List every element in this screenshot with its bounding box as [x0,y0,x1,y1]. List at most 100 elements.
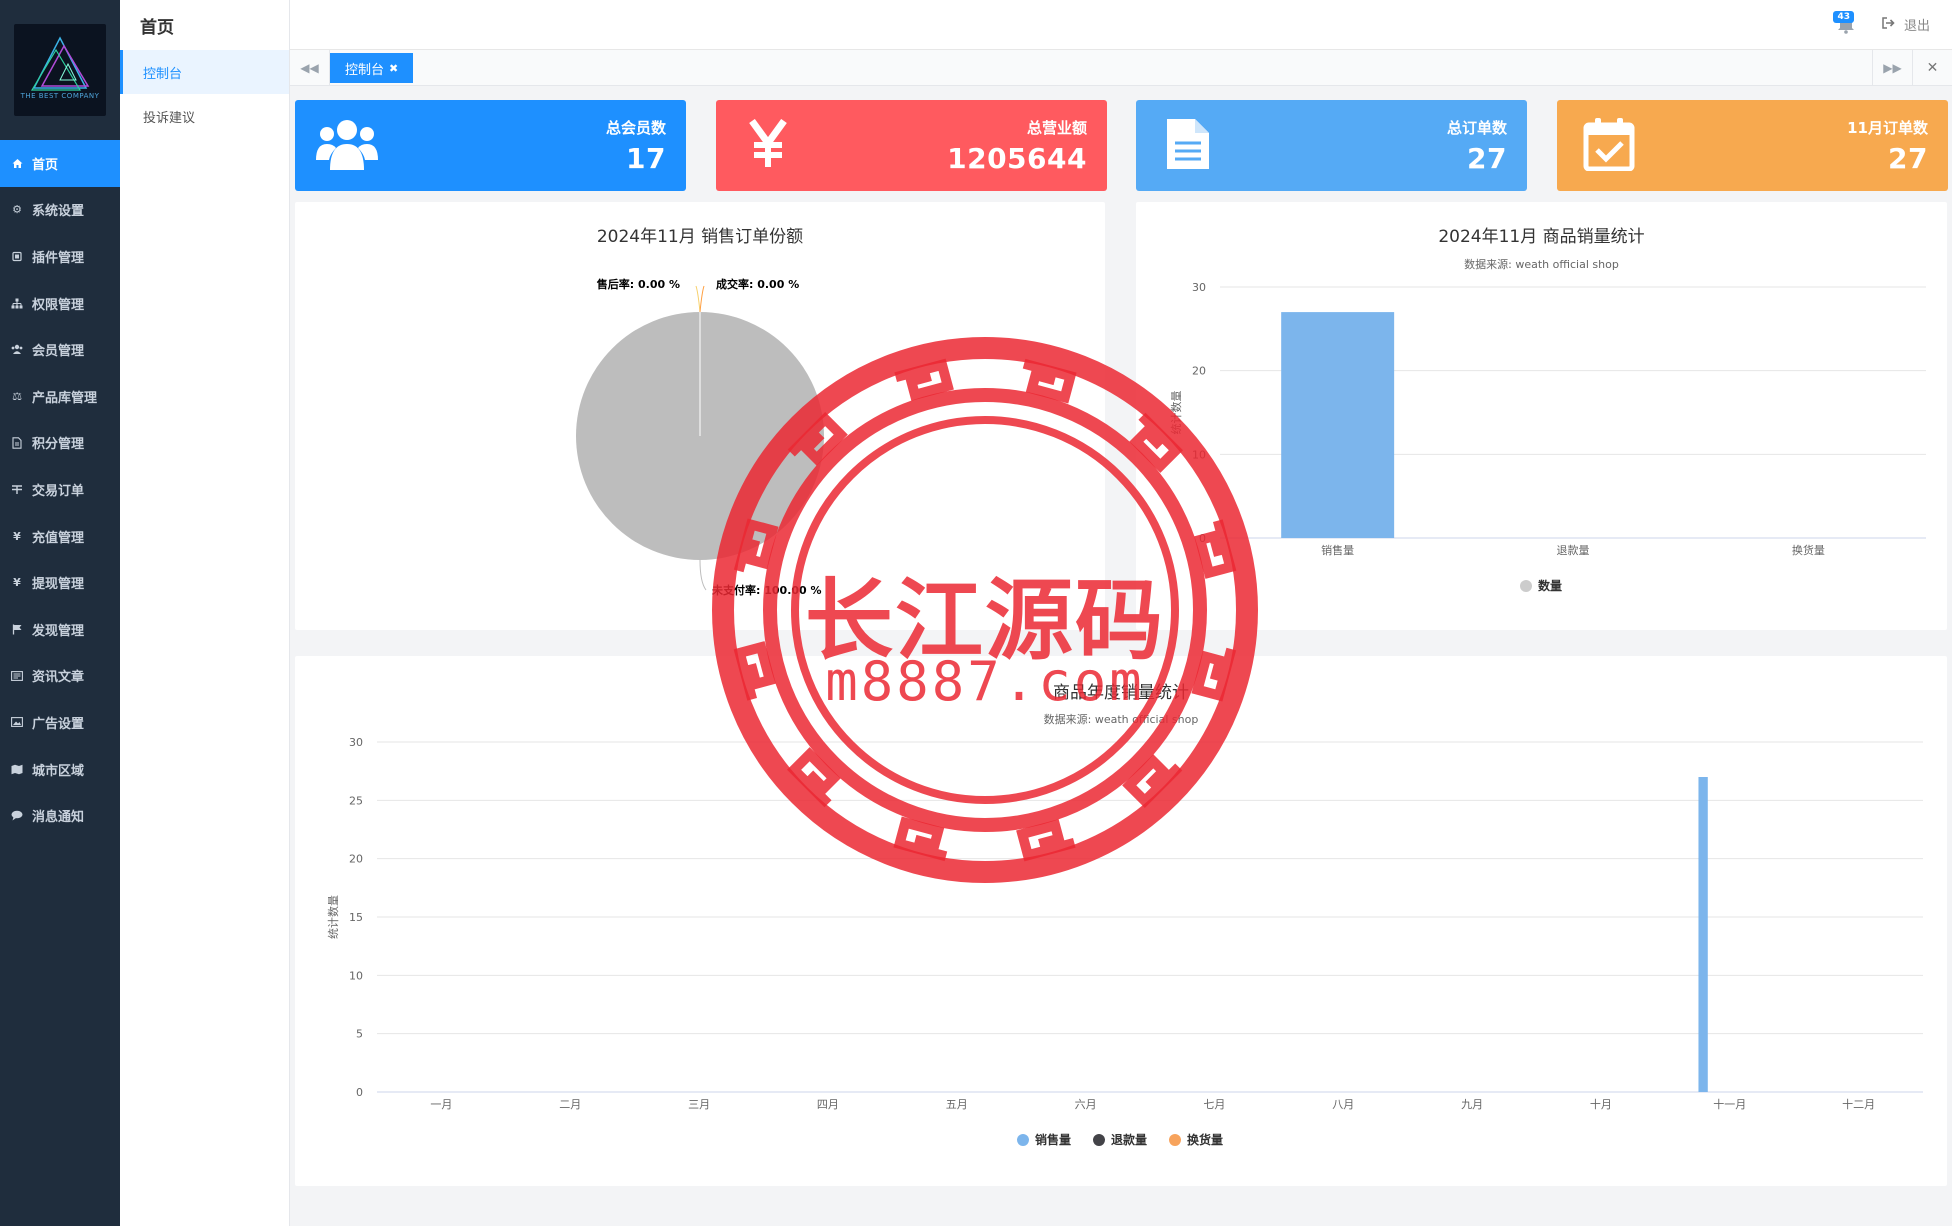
y-axis-label: 统计数量 [1170,391,1183,435]
sidebar-item-label: 产品库管理 [32,390,98,406]
stat-value: 17 [626,142,666,175]
legend-marker [1169,1134,1181,1146]
logout-label: 退出 [1903,19,1930,34]
sidebar-item-home[interactable]: 首页 [0,140,120,187]
stat-value: 27 [1467,142,1507,175]
sidebar-item-discover[interactable]: 发现管理 [0,606,120,653]
stat-label: 总营业额 [1026,119,1087,137]
legend-marker [1093,1134,1105,1146]
tab-scroll-left-button[interactable]: ◀◀ [290,50,330,85]
gear-icon: ⚙ [12,203,22,217]
news-icon [10,669,24,683]
pie-data-label: 成交率: 0.00 % [716,277,799,291]
sidebar-item-permissions[interactable]: 权限管理 [0,280,120,327]
stat-card-total-orders: 总订单数 27 [1136,100,1527,191]
image-icon [10,715,24,729]
y-tick-label: 0 [356,1086,363,1099]
stat-label: 总会员数 [605,119,666,137]
sidebar-item-system-settings[interactable]: ⚙ 系统设置 [0,187,120,234]
sidebar-item-ads[interactable]: 广告设置 [0,699,120,746]
sidebar-item-label: 会员管理 [32,344,85,360]
sidebar-item-city-regions[interactable]: 城市区域 [0,746,120,793]
pie-label-connector [695,285,701,313]
x-tick-label: 三月 [688,1098,710,1111]
sidebar-item-members[interactable]: 会员管理 [0,326,120,373]
sidebar-item-orders[interactable]: 交易订单 [0,466,120,513]
logout-button[interactable]: 退出 [1882,15,1930,34]
yen-icon [736,112,800,176]
stat-label: 11月订单数 [1847,119,1928,137]
company-logo[interactable]: THE BEST COMPANY [14,24,106,116]
y-axis-label: 统计数量 [327,895,340,939]
submenu-item-complaints[interactable]: 投诉建议 [120,94,289,138]
x-tick-label: 八月 [1332,1098,1354,1111]
chat-icon [10,809,24,823]
pie-chart: 售后率: 0.00 % 成交率: 0.00 % 未支付率: 100.00 % [576,277,824,597]
bar [1281,312,1395,538]
sidebar-item-product-library[interactable]: ⚖ 产品库管理 [0,373,120,420]
tab-console[interactable]: 控制台 ✖ [330,53,414,83]
y-tick-label: 10 [1192,448,1206,461]
y-tick-label: 20 [1192,365,1206,378]
x-tick-label: 销售量 [1321,543,1354,557]
plugin-icon [10,249,24,263]
stat-card-total-members: 总会员数 17 [295,100,686,191]
pie-chart-panel: 2024年11月 销售订单份额 售后率: 0.00 % 成交率: 0.00 % 未支… [295,202,1105,630]
top-bar: 43 退出 [290,0,1952,50]
x-tick-label: 一月 [430,1098,452,1111]
y-tick-label: 0 [1199,532,1206,545]
stat-value: 27 [1888,142,1928,175]
sitemap-icon [10,296,24,310]
sidebar-item-recharge[interactable]: ¥ 充值管理 [0,513,120,560]
x-tick-label: 五月 [946,1098,968,1111]
main-sidebar: THE BEST COMPANY 首页 ⚙ 系统设置 插件管理 权限管理 会员管… [0,0,120,1226]
submenu-item-console[interactable]: 控制台 [120,50,289,94]
notification-badge: 43 [1833,11,1854,23]
map-icon [10,762,24,776]
tab-bar: ◀◀ 控制台 ✖ ▶▶ ✕ [290,50,1952,86]
tab-scroll-right-button[interactable]: ▶▶ [1872,50,1912,85]
sidebar-item-points[interactable]: 积分管理 [0,420,120,467]
sidebar-item-withdraw[interactable]: ¥ 提现管理 [0,559,120,606]
pie-data-label: 未支付率: 100.00 % [711,583,822,597]
sidebar-item-label: 充值管理 [32,530,85,546]
flag-icon [10,622,24,636]
bar [1698,777,1708,1092]
sidebar-item-label: 积分管理 [32,437,85,453]
legend-label: 退款量 [1111,1132,1147,1147]
y-tick-label: 30 [349,736,363,749]
sidebar-item-notifications[interactable]: 消息通知 [0,792,120,839]
sidebar-item-label: 广告设置 [32,716,85,732]
document-icon [1156,112,1220,176]
yen-icon: ¥ [13,529,21,543]
legend-marker [1017,1134,1029,1146]
y-tick-label: 15 [349,911,363,924]
x-tick-label: 换货量 [1792,543,1825,557]
y-tick-label: 25 [349,794,363,807]
yen-icon: ¥ [13,576,21,590]
close-all-tabs-button[interactable]: ✕ [1912,50,1952,85]
sidebar-item-label: 权限管理 [32,297,85,313]
sidebar-item-label: 系统设置 [32,204,85,220]
stat-label: 总订单数 [1446,119,1507,137]
order-icon [10,482,24,496]
users-icon [315,112,379,176]
sidebar-item-articles[interactable]: 资讯文章 [0,653,120,700]
secondary-menu: 首页 控制台 投诉建议 [120,0,290,1226]
calendar-check-icon [1577,112,1641,176]
stat-card-total-revenue: 总营业额 1205644 [716,100,1107,191]
pie-label-connector [699,285,705,313]
close-icon[interactable]: ✖ [389,62,398,75]
sidebar-item-plugins[interactable]: 插件管理 [0,233,120,280]
x-tick-label: 十一月 [1713,1097,1746,1111]
logo-text: THE BEST COMPANY [20,92,100,100]
x-tick-label: 四月 [817,1098,839,1111]
file-icon [10,436,24,450]
sidebar-item-label: 资讯文章 [32,670,85,686]
sign-out-icon [1882,16,1896,33]
bar-chart: 0 10 20 30 销售量 退款量 换货量 统计数量数量 [1170,281,1926,593]
legend-label: 换货量 [1187,1132,1223,1147]
scale-icon: ⚖ [12,389,22,403]
x-tick-label: 九月 [1461,1098,1483,1111]
close-icon: ✕ [1926,59,1939,76]
